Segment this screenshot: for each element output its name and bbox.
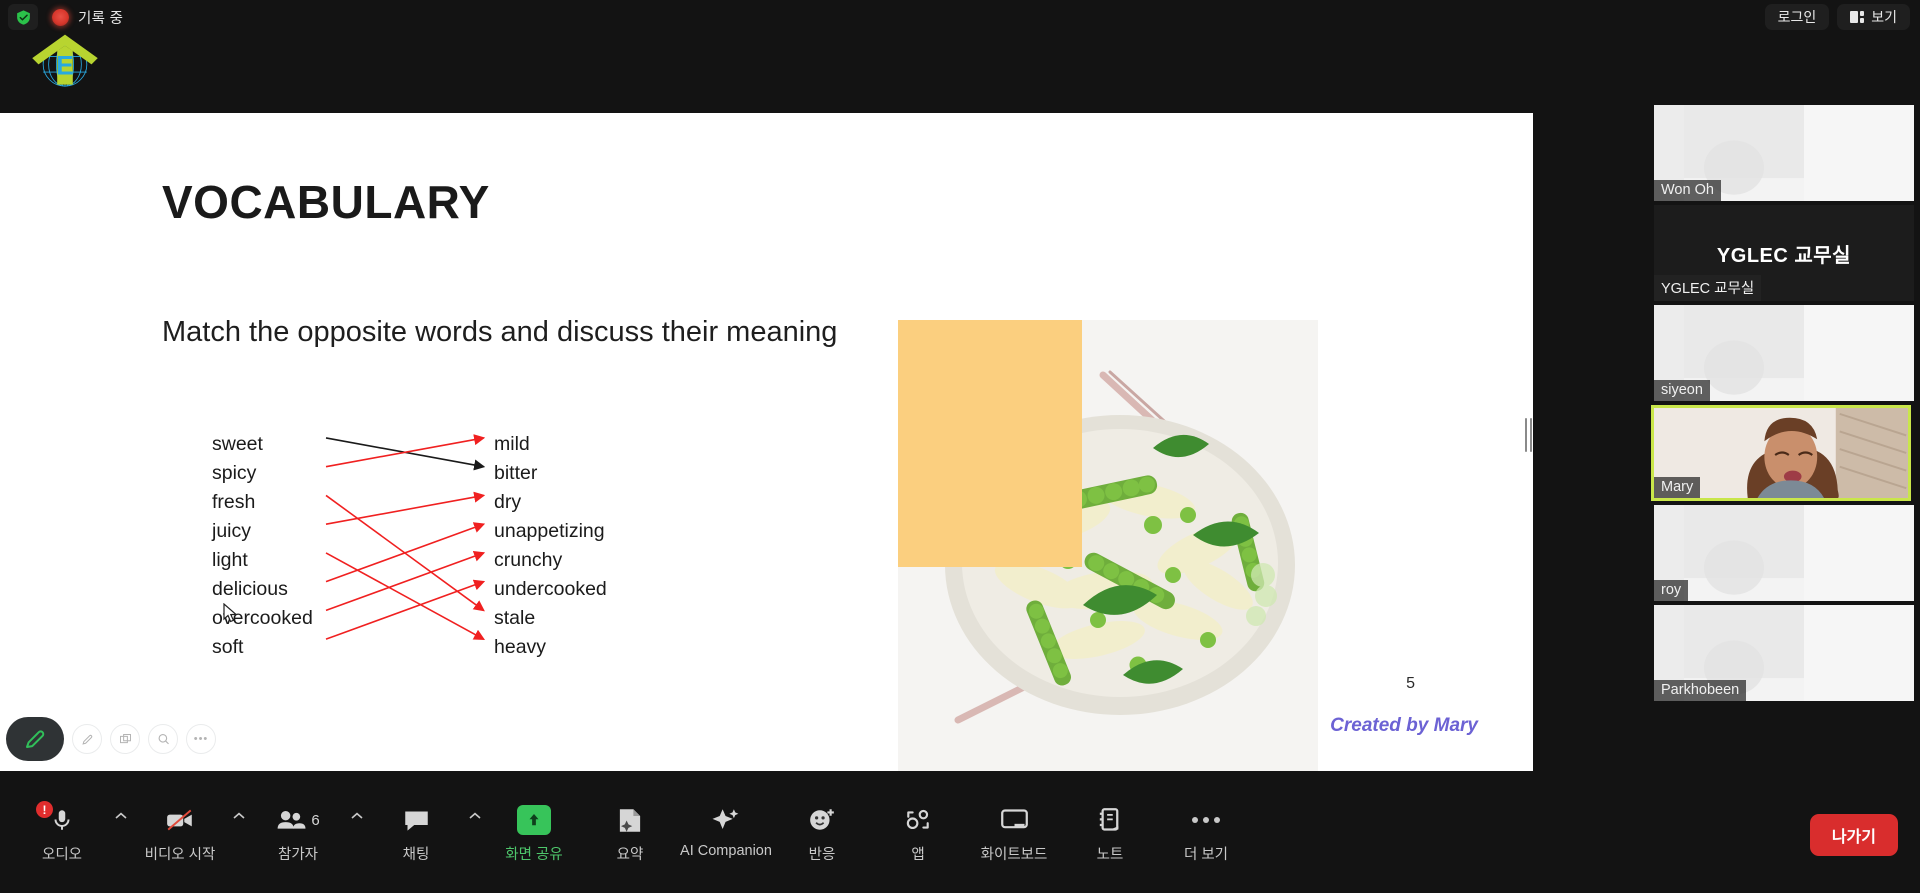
toolbar-caret-participants[interactable]: [346, 812, 368, 820]
top-bar: 기록 중 로그인 보기: [0, 0, 1920, 34]
toolbar-button-apps[interactable]: 앱: [870, 800, 966, 864]
chat-icon: [403, 802, 430, 838]
toolbar-button-label: 화면 공유: [505, 843, 562, 864]
share-screen-icon: [517, 802, 551, 838]
toolbar-button-label: 화이트보드: [981, 843, 1048, 864]
connection-soft-undercooked: [326, 582, 484, 640]
participant-name-label: Won Oh: [1654, 180, 1721, 201]
pen-icon: [23, 727, 47, 751]
microphone-muted-icon: !: [49, 802, 75, 838]
toolbar-caret-video-off[interactable]: [228, 812, 250, 820]
login-label: 로그인: [1778, 7, 1817, 27]
pen-outline-icon: [80, 732, 95, 747]
participant-tile-roy[interactable]: roy: [1654, 505, 1914, 601]
toolbar-button-ellipsis[interactable]: 더 보기: [1158, 800, 1254, 864]
toolbar-button-label: 노트: [1097, 843, 1124, 864]
toolbar-button-label: 비디오 시작: [145, 843, 216, 864]
mouse-cursor: [222, 603, 240, 625]
participant-name-label: Parkhobeen: [1654, 680, 1746, 701]
grid-view-icon: [1850, 11, 1864, 23]
participants-icon: 6: [276, 802, 319, 838]
word-matching-exercise: sweetspicyfreshjuicylightdeliciousoverco…: [162, 430, 722, 660]
toolbar-button-label: 앱: [911, 843, 924, 864]
toolbar-button-video-off[interactable]: 비디오 시작: [132, 800, 228, 864]
toolbar-button-label: 더 보기: [1184, 843, 1228, 864]
toolbar-button-label: 오디오: [42, 843, 82, 864]
stamp-icon: [118, 732, 133, 747]
annotation-toolbar[interactable]: •••: [14, 717, 216, 761]
participant-name-label: roy: [1654, 580, 1688, 601]
toolbar-button-notes[interactable]: 노트: [1062, 800, 1158, 864]
ai-companion-icon: [711, 802, 741, 838]
slide-title: VOCABULARY: [162, 175, 490, 229]
participant-count: 6: [311, 812, 319, 829]
participant-name-label: siyeon: [1654, 380, 1710, 401]
view-button[interactable]: 보기: [1837, 4, 1910, 30]
apps-icon: [904, 802, 932, 838]
toolbar-button-chat[interactable]: 채팅: [368, 800, 464, 864]
reactions-icon: [808, 802, 836, 838]
slide-page-number: 5: [1406, 675, 1415, 693]
connection-light-heavy: [326, 553, 484, 639]
connection-delicious-unappetizing: [326, 524, 484, 582]
summary-icon: [617, 802, 643, 838]
toolbar-button-label: AI Companion: [680, 843, 772, 859]
participant-strip[interactable]: Won Oh YGLEC 교무실 YGLEC 교무실 siyeon Mary roy Par…: [1648, 105, 1920, 777]
participant-name-label: Mary: [1654, 477, 1700, 498]
video-off-icon: [165, 802, 195, 838]
toolbar-caret-microphone-muted[interactable]: [110, 812, 132, 820]
slide-subtitle: Match the opposite words and discuss the…: [162, 313, 842, 352]
stamp-tool-button[interactable]: [110, 724, 140, 754]
view-label: 보기: [1871, 7, 1897, 27]
login-button[interactable]: 로그인: [1765, 4, 1830, 30]
toolbar-button-reactions[interactable]: 반응: [774, 800, 870, 864]
accent-rectangle: [898, 320, 1082, 567]
toolbar-button-label: 반응: [809, 843, 836, 864]
connection-overcooked-crunchy: [326, 553, 484, 611]
shield-check-icon[interactable]: [8, 4, 38, 30]
recording-status[interactable]: 기록 중: [52, 7, 123, 28]
participant-tile-yglec-교무실[interactable]: YGLEC 교무실 YGLEC 교무실: [1654, 205, 1914, 301]
leave-meeting-button[interactable]: 나가기: [1810, 814, 1898, 856]
connection-juicy-dry: [326, 495, 484, 524]
shared-screen-stage[interactable]: VOCABULARY Match the opposite words and …: [0, 113, 1533, 771]
pen-tool-button[interactable]: [6, 717, 64, 761]
participant-video: [1654, 505, 1914, 601]
svg-text:E: E: [56, 50, 74, 80]
toolbar-button-share-screen[interactable]: 화면 공유: [486, 800, 582, 864]
toolbar-caret-chat[interactable]: [464, 812, 486, 820]
toolbar-button-label: 채팅: [403, 843, 430, 864]
toolbar-button-label: 참가자: [278, 843, 318, 864]
participant-tile-parkhobeen[interactable]: Parkhobeen: [1654, 605, 1914, 701]
toolbar-button-summary[interactable]: 요약: [582, 800, 678, 864]
matching-lines: [162, 430, 722, 660]
slide-credit: Created by Mary: [1330, 715, 1478, 737]
participant-display-text: YGLEC 교무실: [1717, 239, 1851, 268]
toolbar-button-ai-companion[interactable]: AI Companion: [678, 800, 774, 859]
toolbar-button-label: 요약: [617, 843, 644, 864]
more-tools-button[interactable]: •••: [186, 724, 216, 754]
panel-resize-handle[interactable]: [1524, 415, 1532, 455]
participant-tile-siyeon[interactable]: siyeon: [1654, 305, 1914, 401]
recording-label: 기록 중: [78, 7, 123, 28]
meeting-toolbar[interactable]: ! 오디오 비디오 시작 6 참가자 채팅 화면 공유 요약 AI Companion 반응 앱 화이…: [0, 777, 1920, 893]
presentation-slide: VOCABULARY Match the opposite words and …: [0, 113, 1533, 771]
participant-name-label: YGLEC 교무실: [1654, 275, 1761, 301]
mic-alert-badge: !: [36, 801, 53, 818]
yglec-logo: E: [26, 30, 104, 92]
notes-icon: [1098, 802, 1123, 838]
participant-tile-mary[interactable]: Mary: [1651, 405, 1911, 501]
recording-indicator-icon: [52, 9, 69, 26]
participant-tile-won-oh[interactable]: Won Oh: [1654, 105, 1914, 201]
whiteboard-icon: [1000, 802, 1029, 838]
toolbar-button-participants[interactable]: 6 참가자: [250, 800, 346, 864]
ellipsis-icon: [1192, 802, 1220, 838]
zoom-tool-button[interactable]: [148, 724, 178, 754]
highlighter-tool-button[interactable]: [72, 724, 102, 754]
toolbar-button-microphone-muted[interactable]: ! 오디오: [14, 800, 110, 864]
magnifier-icon: [156, 732, 171, 747]
toolbar-button-whiteboard[interactable]: 화이트보드: [966, 800, 1062, 864]
